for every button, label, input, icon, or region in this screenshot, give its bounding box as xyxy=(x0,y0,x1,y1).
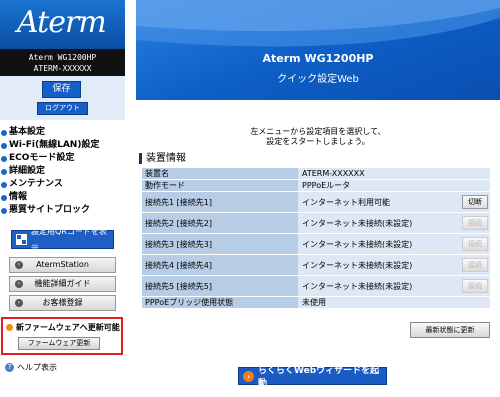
table-row: 動作モード PPPoEルータ xyxy=(142,179,490,192)
help-label: ヘルプ表示 xyxy=(17,363,57,372)
row-value: インターネット未接続(未設定) xyxy=(298,275,460,297)
row-key: 接続先5 [接続先5] xyxy=(142,275,298,297)
table-row: 装置名 ATERM-XXXXXX xyxy=(142,168,490,180)
menu-bullet-icon xyxy=(1,168,7,175)
save-button[interactable]: 保存 xyxy=(42,81,81,98)
help-icon: ? xyxy=(5,363,14,372)
row-key: PPPoEブリッジ使用状態 xyxy=(142,296,298,309)
connect-button[interactable]: 接続 xyxy=(462,279,488,293)
firmware-notice-label: 新ファームウェアへ更新可能 xyxy=(16,323,120,332)
firmware-update-notice: 新ファームウェアへ更新可能 ファームウェア更新 xyxy=(1,317,123,355)
menu-item-advanced-settings[interactable]: 詳細設定 xyxy=(0,165,125,178)
menu-item-wifi-settings[interactable]: Wi-Fi(無線LAN)設定 xyxy=(0,139,125,152)
atermstation-label: AtermStation xyxy=(36,260,89,269)
row-value: インターネット未接続(未設定) xyxy=(298,233,460,255)
refresh-status-button[interactable]: 最新状態に更新 xyxy=(410,322,490,338)
menu-item-info[interactable]: 情報 xyxy=(0,191,125,204)
row-key: 接続先2 [接続先2] xyxy=(142,212,298,234)
arrow-circle-icon: › xyxy=(15,261,23,269)
help-link[interactable]: ? ヘルプ表示 xyxy=(5,362,57,373)
logo-box: Aterm xyxy=(0,0,125,49)
customer-registration-button[interactable]: › お客様登録 xyxy=(9,295,116,311)
model-info: Aterm WG1200HP ATERM-XXXXXX xyxy=(0,49,125,76)
feature-guide-label: 機能詳細ガイド xyxy=(34,279,91,288)
qr-code-label: 設定用QRコードを表示 xyxy=(31,226,107,253)
disconnect-button[interactable]: 切断 xyxy=(462,195,488,209)
table-row: 接続先5 [接続先5] インターネット未接続(未設定) 接続 xyxy=(142,275,490,297)
atermstation-button[interactable]: › AtermStation xyxy=(9,257,116,273)
customer-registration-label: お客様登録 xyxy=(42,298,83,307)
row-value: PPPoEルータ xyxy=(298,179,490,192)
table-row: 接続先2 [接続先2] インターネット未接続(未設定) 接続 xyxy=(142,212,490,234)
menu-bullet-icon xyxy=(1,142,7,149)
menu-item-label: 悪質サイトブロック xyxy=(9,205,91,215)
menu-item-label: 詳細設定 xyxy=(9,166,46,176)
sidebar: Aterm Aterm WG1200HP ATERM-XXXXXX 保存 ログア… xyxy=(0,0,125,397)
firmware-notice-text: 新ファームウェアへ更新可能 xyxy=(6,322,120,333)
menu-item-label: ECOモード設定 xyxy=(9,153,75,163)
notice-dot-icon xyxy=(6,324,13,331)
sidebar-menu: 基本設定 Wi-Fi(無線LAN)設定 ECOモード設定 詳細設定 メンテナンス… xyxy=(0,126,125,217)
menu-item-basic-settings[interactable]: 基本設定 xyxy=(0,126,125,139)
menu-bullet-icon xyxy=(1,181,7,188)
logout-button[interactable]: ログアウト xyxy=(37,102,88,115)
web-wizard-button[interactable]: › らくらくWebウィザードを起動 xyxy=(238,366,387,389)
banner-subtitle: クイック設定Web xyxy=(277,74,359,85)
arrow-circle-icon: › xyxy=(15,299,23,307)
row-value: インターネット未接続(未設定) xyxy=(298,254,460,276)
aterm-logo: Aterm xyxy=(17,5,107,40)
connect-button[interactable]: 接続 xyxy=(462,216,488,230)
table-row: 接続先4 [接続先4] インターネット未接続(未設定) 接続 xyxy=(142,254,490,276)
table-row: 接続先1 [接続先1] インターネット利用可能 切断 xyxy=(142,191,490,213)
menu-item-label: 情報 xyxy=(9,192,28,202)
menu-item-eco-mode[interactable]: ECOモード設定 xyxy=(0,152,125,165)
header-banner: Aterm WG1200HP クイック設定Web xyxy=(136,0,500,100)
feature-guide-button[interactable]: › 機能詳細ガイド xyxy=(9,276,116,292)
section-title: 装置情報 xyxy=(139,153,186,164)
arrow-circle-icon: › xyxy=(15,280,23,288)
device-name: ATERM-XXXXXX xyxy=(33,64,92,73)
row-value: ATERM-XXXXXX xyxy=(298,168,490,180)
qr-code-button[interactable]: 設定用QRコードを表示 xyxy=(11,227,114,253)
intro-line-2: 設定をスタートしましょう。 xyxy=(266,137,370,146)
row-value: 未使用 xyxy=(298,296,490,309)
row-key: 接続先4 [接続先4] xyxy=(142,254,298,276)
action-area: 保存 ログアウト xyxy=(0,76,125,120)
menu-item-maintenance[interactable]: メンテナンス xyxy=(0,178,125,191)
menu-item-label: Wi-Fi(無線LAN)設定 xyxy=(9,140,100,150)
row-key: 動作モード xyxy=(142,179,298,192)
table-row: PPPoEブリッジ使用状態 未使用 xyxy=(142,296,490,309)
row-key: 接続先1 [接続先1] xyxy=(142,191,298,213)
menu-item-label: 基本設定 xyxy=(9,127,46,137)
banner-decoration xyxy=(136,0,500,47)
menu-item-site-block[interactable]: 悪質サイトブロック xyxy=(0,204,125,217)
row-key: 装置名 xyxy=(142,168,298,180)
intro-text: 左メニューから設定項目を選択して、 設定をスタートしましょう。 xyxy=(136,127,500,147)
firmware-update-button[interactable]: ファームウェア更新 xyxy=(18,337,100,350)
web-wizard-label: らくらくWebウィザードを起動 xyxy=(258,366,380,389)
menu-bullet-icon xyxy=(1,155,7,162)
banner-title: Aterm WG1200HP xyxy=(262,52,374,65)
menu-item-label: メンテナンス xyxy=(9,179,63,189)
model-name: Aterm WG1200HP xyxy=(28,53,97,62)
device-info-table: 装置名 ATERM-XXXXXX 動作モード PPPoEルータ 接続先1 [接続… xyxy=(142,168,490,309)
row-key: 接続先3 [接続先3] xyxy=(142,233,298,255)
menu-bullet-icon xyxy=(1,194,7,201)
table-row: 接続先3 [接続先3] インターネット未接続(未設定) 接続 xyxy=(142,233,490,255)
menu-bullet-icon xyxy=(1,129,7,136)
row-value: インターネット未接続(未設定) xyxy=(298,212,460,234)
menu-bullet-icon xyxy=(1,207,7,214)
arrow-circle-icon: › xyxy=(243,370,254,382)
connect-button[interactable]: 接続 xyxy=(462,258,488,272)
qr-code-icon xyxy=(16,234,27,245)
connect-button[interactable]: 接続 xyxy=(462,237,488,251)
row-value: インターネット利用可能 xyxy=(298,191,460,213)
intro-line-1: 左メニューから設定項目を選択して、 xyxy=(250,127,386,136)
